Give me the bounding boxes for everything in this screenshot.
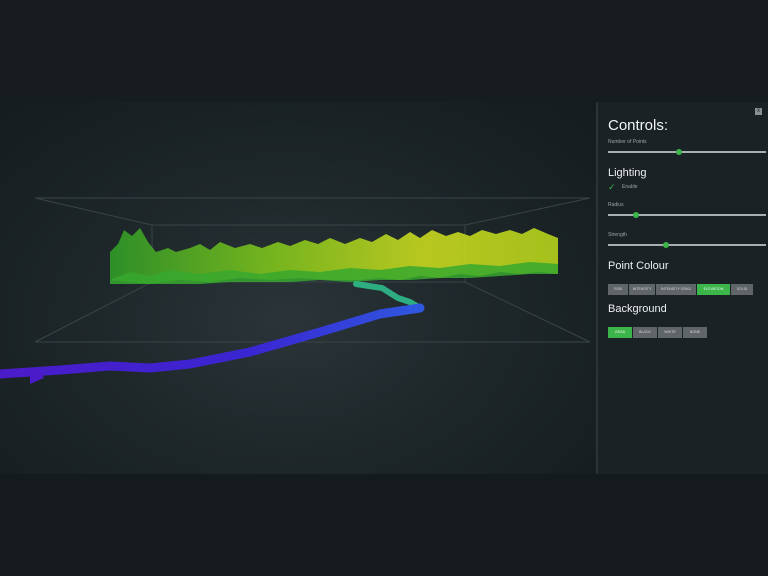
lighting-enable-checkbox[interactable]: ✓ Enable bbox=[608, 182, 638, 192]
number-of-points-label: Number of Points bbox=[608, 139, 647, 145]
point-colour-solid-button[interactable]: SOLID bbox=[731, 284, 753, 295]
number-of-points-slider[interactable] bbox=[608, 149, 766, 155]
background-title: Background bbox=[608, 303, 667, 315]
background-buttons: GRAD BLACK WHITE NONE bbox=[608, 327, 708, 338]
background-black-button[interactable]: BLACK bbox=[633, 327, 657, 338]
slider-knob[interactable] bbox=[633, 212, 640, 218]
background-grad-button[interactable]: GRAD bbox=[608, 327, 632, 338]
point-colour-title: Point Colour bbox=[608, 260, 669, 272]
point-colour-intensity-button[interactable]: INTENSITY bbox=[629, 284, 655, 295]
point-cloud-strip bbox=[110, 228, 558, 284]
radius-label: Radius bbox=[608, 202, 624, 208]
slider-knob[interactable] bbox=[663, 242, 670, 248]
strength-label: Strength bbox=[608, 232, 627, 238]
lighting-title: Lighting bbox=[608, 167, 647, 179]
check-icon: ✓ bbox=[608, 182, 616, 192]
controls-title: Controls: bbox=[608, 117, 669, 134]
top-empty-band bbox=[0, 0, 768, 102]
point-colour-intensity-grad-button[interactable]: INTENSITY GRAD bbox=[656, 284, 696, 295]
radius-slider[interactable] bbox=[608, 212, 766, 218]
close-icon[interactable]: x bbox=[755, 108, 762, 115]
trajectory-path bbox=[0, 281, 425, 384]
point-colour-buttons: RGB INTENSITY INTENSITY GRAD ELEVATION SOLID bbox=[608, 284, 754, 295]
point-cloud-viewport[interactable] bbox=[0, 102, 596, 474]
point-cloud-canvas[interactable] bbox=[0, 102, 596, 474]
background-none-button[interactable]: NONE bbox=[683, 327, 707, 338]
slider-knob[interactable] bbox=[676, 149, 683, 155]
enable-label: Enable bbox=[622, 184, 638, 190]
strength-slider[interactable] bbox=[608, 242, 766, 248]
background-white-button[interactable]: WHITE bbox=[658, 327, 682, 338]
bottom-empty-band bbox=[0, 474, 768, 576]
point-colour-elevation-button[interactable]: ELEVATION bbox=[697, 284, 730, 295]
point-colour-rgb-button[interactable]: RGB bbox=[608, 284, 628, 295]
controls-panel: x Controls: Number of Points Lighting ✓ … bbox=[596, 102, 768, 474]
